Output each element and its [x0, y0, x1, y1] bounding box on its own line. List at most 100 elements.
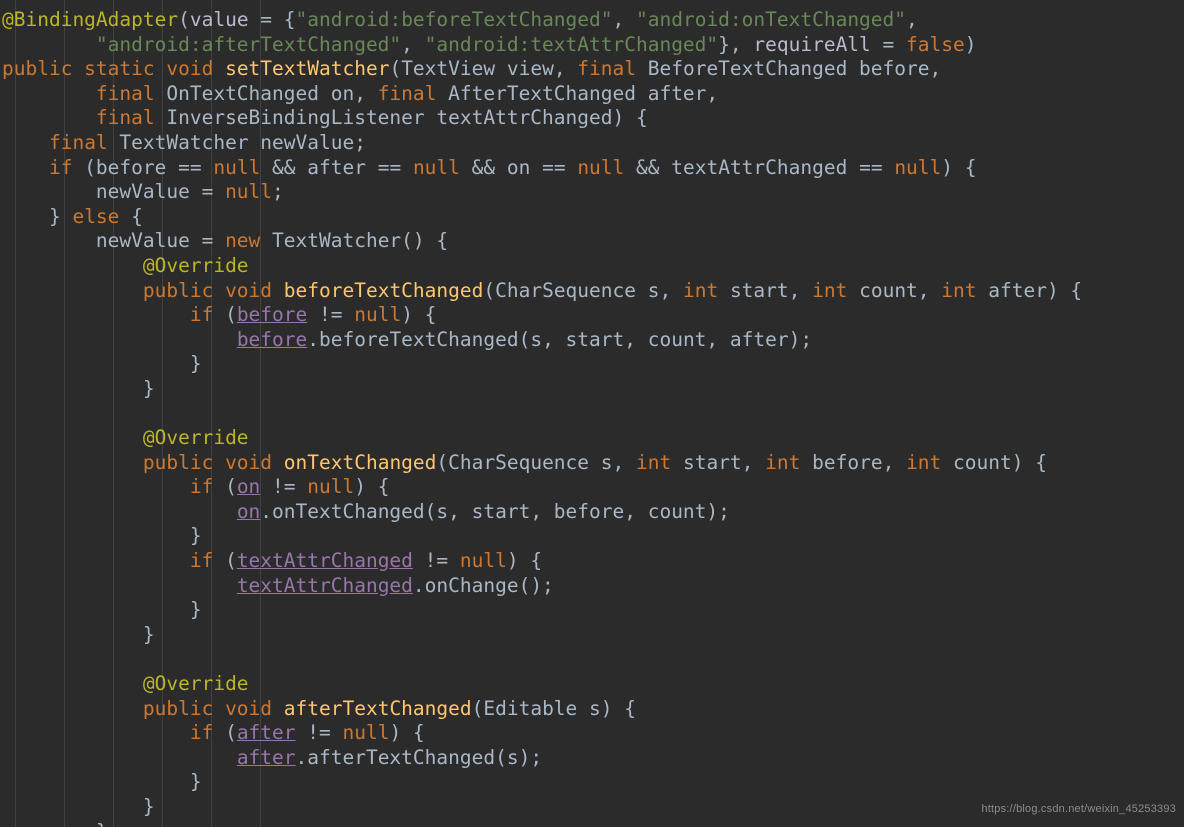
code-token-fld: on — [236, 499, 261, 523]
code-line[interactable]: newValue = null; — [0, 180, 1184, 205]
code-line[interactable]: } — [0, 623, 1184, 648]
code-token-kw: false — [906, 32, 965, 56]
code-token-pl: newValue = — [2, 229, 226, 253]
code-token-pl: ) { — [941, 155, 977, 179]
code-token-pl: = — [870, 32, 907, 56]
code-line[interactable]: if (before == null && after == null && o… — [0, 156, 1184, 181]
code-token-mth: afterTextChanged — [283, 696, 472, 720]
code-editor-viewport[interactable]: @BindingAdapter(value = {"android:before… — [0, 0, 1184, 827]
code-token-kw: int — [636, 450, 672, 474]
code-line[interactable]: } else { — [0, 205, 1184, 230]
code-line[interactable]: @Override — [0, 426, 1184, 451]
code-token-str: "android:beforeTextChanged" — [295, 8, 613, 31]
code-token-pl: && textAttrChanged == — [624, 155, 895, 179]
code-line[interactable]: if (before != null) { — [0, 303, 1184, 328]
code-token-pl: , — [906, 8, 918, 31]
code-line[interactable]: @BindingAdapter(value = {"android:before… — [0, 8, 1184, 33]
code-line[interactable]: } — [0, 524, 1184, 549]
code-token-pl: = { — [248, 8, 296, 31]
code-token-pl: newValue = — [2, 180, 226, 204]
code-line[interactable]: } — [0, 598, 1184, 623]
code-line[interactable]: on.onTextChanged(s, start, before, count… — [0, 500, 1184, 525]
code-token-kw: int — [941, 278, 977, 302]
code-line[interactable]: newValue = new TextWatcher() { — [0, 229, 1184, 254]
code-line[interactable]: final OnTextChanged on, final AfterTextC… — [0, 82, 1184, 107]
code-token-fld: before — [236, 303, 308, 327]
code-line[interactable]: public void onTextChanged(CharSequence s… — [0, 451, 1184, 476]
code-token-kw: null — [213, 155, 261, 179]
code-token-kw: final — [95, 106, 155, 130]
code-line[interactable]: } — [0, 377, 1184, 402]
code-line[interactable]: ​ — [0, 402, 1184, 427]
code-token-fld: textAttrChanged — [236, 573, 413, 597]
code-token-pl: start, — [671, 450, 766, 474]
code-token-pl: ; — [272, 180, 284, 204]
code-token-anno: @BindingAdapter — [2, 8, 179, 31]
code-token-prm: requireAll — [753, 32, 871, 56]
code-line[interactable]: if (textAttrChanged != null) { — [0, 549, 1184, 574]
code-line[interactable]: public void afterTextChanged(Editable s)… — [0, 697, 1184, 722]
code-line[interactable]: after.afterTextChanged(s); — [0, 746, 1184, 771]
code-token-kw: null — [342, 721, 390, 745]
code-line[interactable]: @Override — [0, 672, 1184, 697]
code-line[interactable]: if (after != null) { — [0, 721, 1184, 746]
code-token-pl: { — [119, 204, 143, 228]
code-token-pl: ) { — [401, 303, 437, 327]
code-line[interactable]: public void beforeTextChanged(CharSequen… — [0, 279, 1184, 304]
code-token-pl: } — [2, 352, 202, 376]
code-token-pl: OnTextChanged on, — [154, 81, 378, 105]
code-line[interactable]: final InverseBindingListener textAttrCha… — [0, 106, 1184, 131]
code-token-pl: (CharSequence s, — [436, 450, 636, 474]
code-token-kw: if — [189, 549, 214, 573]
watermark-url: https://blog.csdn.net/weixin_45253393 — [981, 803, 1176, 816]
code-token-pl: ) — [964, 32, 977, 56]
code-token-pl: }, — [718, 32, 754, 56]
code-token-pl: , — [612, 8, 636, 31]
code-line[interactable]: if (on != null) { — [0, 475, 1184, 500]
code-token-kw: public void — [142, 696, 273, 720]
code-line[interactable]: textAttrChanged.onChange(); — [0, 574, 1184, 599]
code-token-kw: final — [577, 57, 636, 81]
code-token-kw: if — [189, 303, 214, 327]
code-line[interactable]: "android:afterTextChanged", "android:tex… — [0, 33, 1184, 58]
code-token-pl: && after == — [260, 155, 413, 179]
code-token-pl: TextWatcher() { — [260, 229, 449, 253]
code-line[interactable]: before.beforeTextChanged(s, start, count… — [0, 328, 1184, 353]
code-token-pl: != — [307, 303, 355, 327]
code-line[interactable]: public static void setTextWatcher(TextVi… — [0, 57, 1184, 82]
code-token-pl: } — [2, 622, 155, 646]
code-line[interactable]: @Override — [0, 254, 1184, 279]
code-token-fld: textAttrChanged — [236, 549, 413, 573]
code-token-fld: after — [236, 721, 296, 745]
code-token-pl: ( — [213, 549, 237, 573]
code-token-str: "android:textAttrChanged" — [424, 32, 719, 56]
code-token-kw: int — [765, 450, 801, 474]
code-token-pl: } — [2, 524, 202, 548]
code-token-pl: ) { — [389, 721, 425, 745]
code-token-anno: @Override — [142, 253, 249, 277]
code-token-pl: .beforeTextChanged(s, start, count, afte… — [307, 327, 813, 351]
code-line[interactable]: final TextWatcher newValue; — [0, 131, 1184, 156]
code-token-kw: null — [412, 155, 460, 179]
code-line[interactable]: ​ — [0, 647, 1184, 672]
code-line[interactable]: } — [0, 770, 1184, 795]
code-text-area[interactable]: @BindingAdapter(value = {"android:before… — [0, 0, 1184, 827]
code-token-kw: new — [225, 229, 261, 253]
code-token-pl: != — [412, 549, 460, 573]
code-token-pl: , — [401, 32, 425, 56]
code-token-kw: null — [307, 475, 355, 499]
code-token-pl: .onTextChanged(s, start, before, count); — [260, 499, 730, 523]
code-line[interactable]: } — [0, 352, 1184, 377]
